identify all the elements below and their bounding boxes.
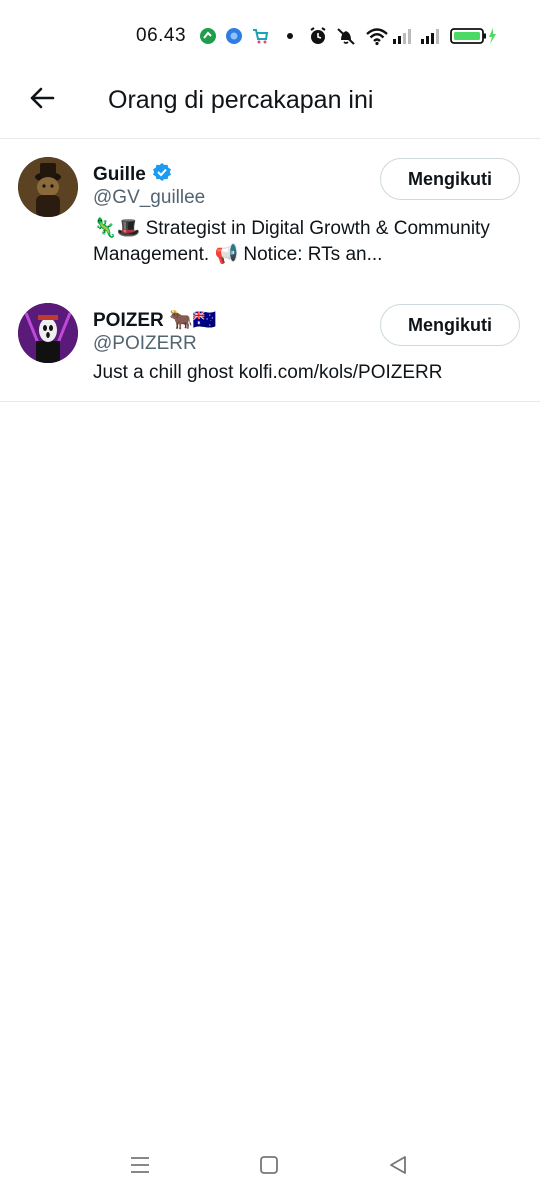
dot-icon [280, 26, 300, 46]
name-row: Guille [93, 162, 172, 187]
system-nav-bar [0, 1140, 540, 1199]
user-bio: 🦎🎩 Strategist in Digital Growth & Commun… [93, 218, 490, 265]
back-nav-button[interactable] [383, 1152, 413, 1182]
user-bio: Just a chill ghost kolfi.com/kols/POIZER… [93, 362, 443, 383]
signal-icon [420, 26, 440, 46]
status-time: 06.43 [136, 25, 187, 46]
user-handle: @POIZERR [93, 333, 197, 354]
user-name: POIZER 🐂🇦🇺 [93, 310, 217, 331]
alarm-icon [308, 26, 328, 46]
list-item-user-poizer[interactable]: POIZER 🐂🇦🇺 @POIZERR Just a chill ghost k… [0, 286, 540, 400]
vibrate-off-icon [336, 26, 356, 46]
arrow-left-icon [28, 84, 56, 117]
signal-icon [392, 26, 412, 46]
menu-button[interactable] [125, 1152, 155, 1182]
divider [0, 401, 540, 402]
avatar[interactable] [18, 157, 78, 217]
home-square-icon [258, 1154, 280, 1181]
header: Orang di percakapan ini [0, 72, 540, 139]
following-button[interactable]: Mengikuti [380, 304, 520, 346]
menu-icon [129, 1155, 151, 1180]
user-name: Guille [93, 163, 146, 185]
avatar[interactable] [18, 303, 78, 363]
following-button[interactable]: Mengikuti [380, 158, 520, 200]
back-button[interactable] [24, 82, 60, 118]
shopping-cart-icon [250, 26, 270, 46]
page-title: Orang di percakapan ini [108, 86, 374, 114]
status-bar: 06.43 [0, 0, 540, 72]
verified-badge-icon [152, 162, 172, 187]
user-handle: @GV_guillee [93, 187, 206, 208]
app-notification-icon [224, 26, 244, 46]
back-triangle-icon [387, 1154, 409, 1181]
name-row: POIZER 🐂🇦🇺 [93, 308, 216, 332]
list-item-user-guille[interactable]: Guille @GV_guillee 🦎🎩 Strategist in Digi… [0, 140, 540, 268]
app-notification-icon [198, 26, 218, 46]
battery-charging-icon [450, 26, 500, 46]
home-button[interactable] [254, 1152, 284, 1182]
wifi-icon [365, 26, 389, 46]
